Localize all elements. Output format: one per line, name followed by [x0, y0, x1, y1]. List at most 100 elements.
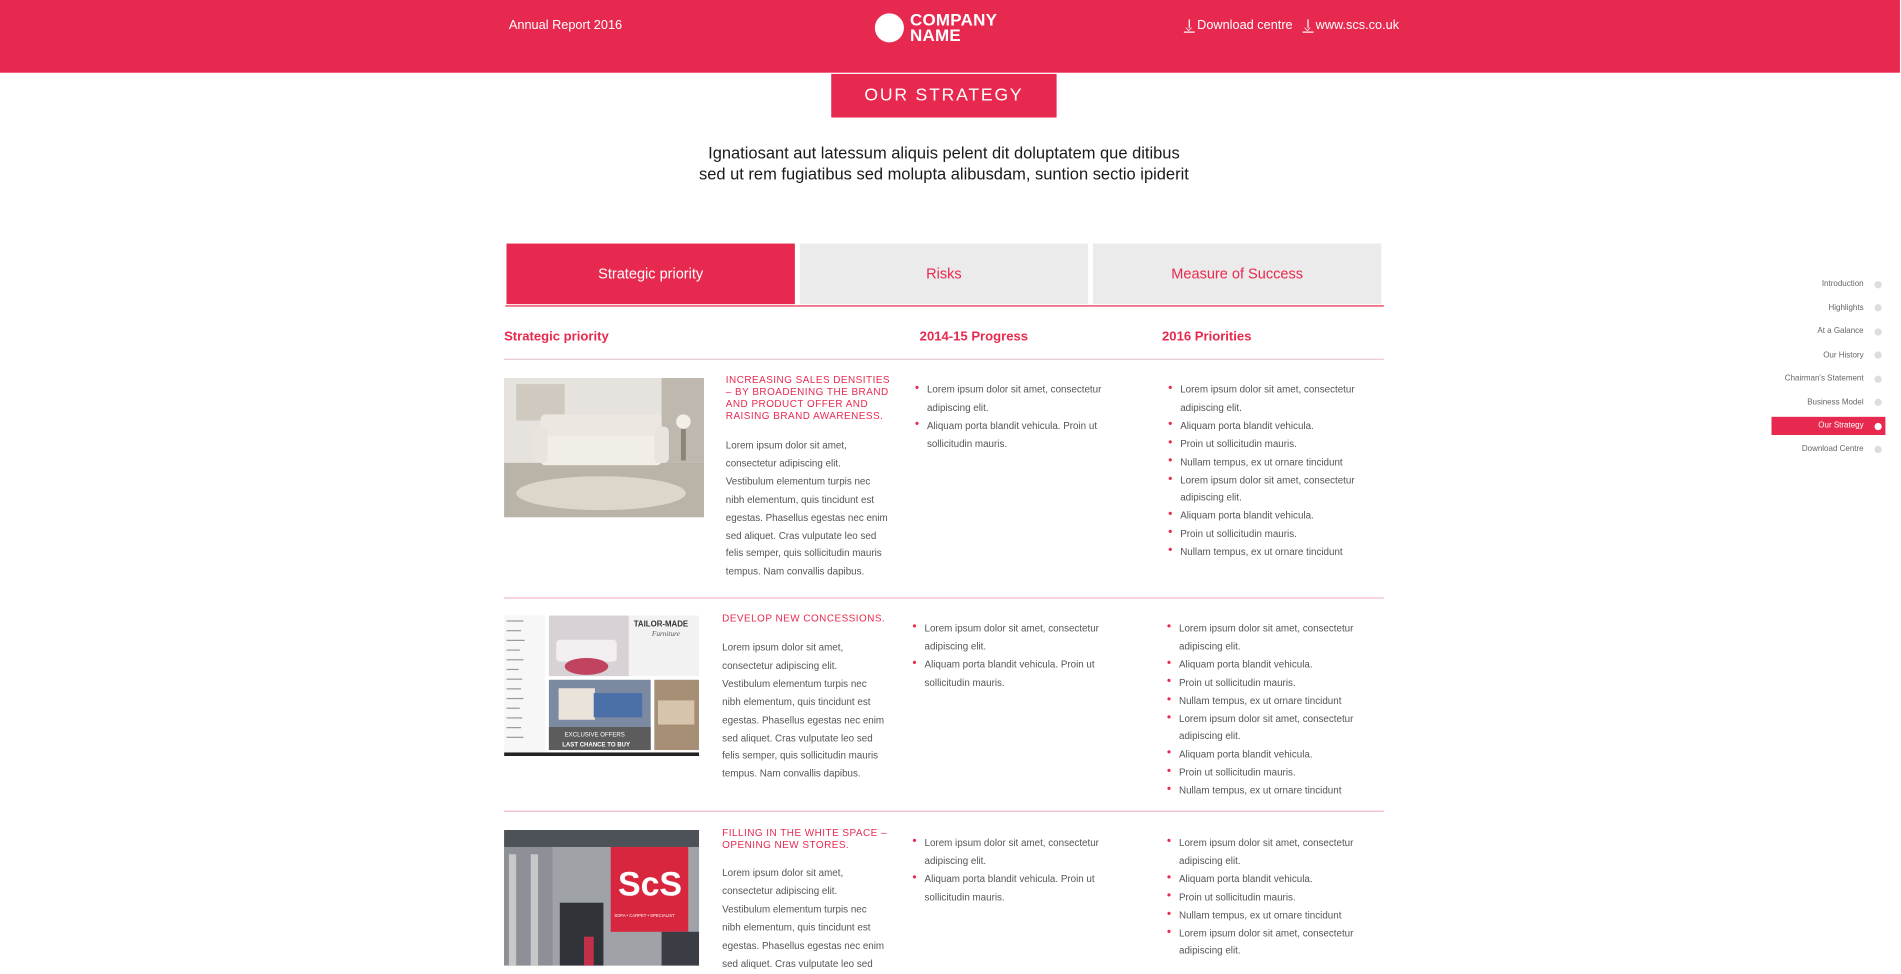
- nav-item-download-centre[interactable]: Download Centre: [1772, 437, 1886, 461]
- priority-item: Lorem ipsum dolor sit amet, consectetur …: [1167, 619, 1379, 656]
- nav-item-our-strategy[interactable]: Our Strategy: [1771, 416, 1886, 436]
- progress-item: Aliquam porta blandit vehicula. Proin ut…: [915, 417, 1127, 454]
- nav-dot-icon: [1874, 375, 1882, 383]
- priority-item: Nullam tempus, ex ut ornare tincidunt: [1167, 782, 1379, 801]
- company-logo[interactable]: COMPANY NAME: [874, 11, 997, 45]
- priorities-list: Lorem ipsum dolor sit amet, consectetur …: [1168, 380, 1380, 563]
- priority-item: Proin ut sollicitudin mauris.: [1168, 435, 1380, 454]
- promo-chance: LAST CHANCE TO BUY: [562, 742, 630, 748]
- store-image: ScS SOFA • CARPET • SPECIALIST: [504, 830, 700, 966]
- nav-label: Highlights: [1828, 303, 1864, 313]
- tab-measure-of-success[interactable]: Measure of Success: [1092, 243, 1382, 305]
- row-title: FILLING IN THE WHITE SPACE – OPENING NEW…: [722, 827, 887, 851]
- download-icon: [1183, 18, 1195, 33]
- priority-item: Lorem ipsum dolor sit amet, consectetur …: [1167, 834, 1379, 871]
- nav-item-introduction[interactable]: Introduction: [1772, 273, 1886, 297]
- row-title: DEVELOP NEW CONCESSIONS.: [722, 613, 886, 625]
- sofa-image: [504, 378, 704, 518]
- row-body: Lorem ipsum dolor sit amet, consectetur …: [725, 439, 888, 578]
- priority-item: Nullam tempus, ex ut ornare tincidunt: [1167, 691, 1379, 711]
- progress-item: Lorem ipsum dolor sit amet, consectetur …: [915, 380, 1127, 418]
- priority-item: Proin ut sollicitudin mauris.: [1167, 764, 1379, 783]
- priority-item: Lorem ipsum dolor sit amet, consectetur …: [1167, 924, 1379, 961]
- progress-item: Aliquam porta blandit vehicula. Proin ut…: [912, 655, 1124, 693]
- download-icon: [1302, 18, 1314, 33]
- progress-list: Lorem ipsum dolor sit amet, consectetur …: [915, 380, 1127, 454]
- priorities-list: Lorem ipsum dolor sit amet, consectetur …: [1167, 619, 1379, 801]
- nav-dot-icon: [1874, 445, 1882, 453]
- download-centre-link[interactable]: Download centre: [1183, 18, 1293, 33]
- row-title: INCREASING SALES DENSITIES – BY BROADENI…: [725, 374, 891, 422]
- nav-item-highlights[interactable]: Highlights: [1772, 296, 1886, 320]
- column-header-strategic-priority: Strategic priority: [504, 329, 609, 345]
- priority-item: Aliquam porta blandit vehicula.: [1168, 417, 1380, 436]
- column-header-priorities: 2016 Priorities: [1162, 329, 1252, 345]
- progress-list: Lorem ipsum dolor sit amet, consectetur …: [912, 619, 1124, 693]
- store-front-photo: ScS SOFA • CARPET • SPECIALIST: [504, 830, 700, 966]
- intro-text: Ignatiosant aut latessum aliquis pelent …: [698, 144, 1189, 183]
- priority-item: Nullam tempus, ex ut ornare tincidunt: [1168, 453, 1380, 472]
- nav-item-at-a-glance[interactable]: At a Galance: [1772, 320, 1886, 344]
- top-bar: Annual Report 2016 COMPANY NAME Download…: [0, 0, 1900, 73]
- divider: [504, 597, 1384, 599]
- priority-item: Proin ut sollicitudin mauris.: [1167, 673, 1379, 693]
- promo-script: Furniture: [651, 630, 681, 638]
- divider: [504, 358, 1384, 360]
- progress-item: Aliquam porta blandit vehicula. Proin ut…: [912, 870, 1124, 907]
- store-subsign: SOFA • CARPET • SPECIALIST: [614, 913, 675, 918]
- divider: [504, 810, 1384, 812]
- progress-item: Lorem ipsum dolor sit amet, consectetur …: [912, 619, 1124, 656]
- sofa-photo: [504, 378, 704, 518]
- tab-risks[interactable]: Risks: [799, 243, 1089, 305]
- website-link[interactable]: www.scs.co.uk: [1302, 18, 1399, 33]
- section-nav: Introduction Highlights At a Galance Our…: [1771, 273, 1886, 461]
- download-centre-label: Download centre: [1197, 18, 1293, 33]
- priority-item: Lorem ipsum dolor sit amet, consectetur …: [1167, 709, 1379, 747]
- tab-strategic-priority[interactable]: Strategic priority: [506, 243, 795, 305]
- priority-item: Nullam tempus, ex ut ornare tincidunt: [1168, 543, 1380, 562]
- priority-item: Lorem ipsum dolor sit amet, consectetur …: [1168, 380, 1380, 418]
- priority-item: Nullam tempus, ex ut ornare tincidunt: [1167, 906, 1379, 925]
- nav-label: Business Model: [1807, 398, 1864, 407]
- nav-dot-icon: [1874, 398, 1882, 406]
- logo-circle-icon: [874, 13, 904, 43]
- nav-label: Chairman's Statement: [1784, 374, 1864, 384]
- progress-item: Lorem ipsum dolor sit amet, consectetur …: [912, 834, 1124, 871]
- row-body: Lorem ipsum dolor sit amet, consectetur …: [722, 642, 885, 780]
- priority-item: Aliquam porta blandit vehicula.: [1167, 655, 1379, 675]
- annual-report-label: Annual Report 2016: [508, 18, 623, 33]
- brochure-image: TAILOR-MADE Furniture EXCLUSIVE OFFERS L…: [504, 615, 700, 757]
- nav-item-chairmans-statement[interactable]: Chairman's Statement: [1772, 367, 1886, 391]
- nav-label: Download Centre: [1801, 444, 1864, 454]
- header-links: Download centre www.scs.co.uk: [1183, 18, 1399, 33]
- logo-text: COMPANY NAME: [909, 11, 997, 45]
- priority-item: Aliquam porta blandit vehicula.: [1168, 507, 1380, 526]
- priority-item: Lorem ipsum dolor sit amet, consectetur …: [1168, 471, 1380, 508]
- priority-item: Aliquam porta blandit vehicula.: [1167, 870, 1379, 889]
- logo-line-2: NAME: [909, 25, 961, 45]
- priorities-list: Lorem ipsum dolor sit amet, consectetur …: [1167, 834, 1379, 961]
- nav-dot-icon: [1874, 422, 1882, 430]
- promo-offer: EXCLUSIVE OFFERS: [565, 733, 625, 739]
- store-sign: ScS: [618, 865, 682, 903]
- page: Annual Report 2016 COMPANY NAME Download…: [0, 0, 1900, 969]
- nav-label: Introduction: [1821, 280, 1864, 289]
- nav-label: Our History: [1823, 351, 1864, 360]
- nav-item-business-model[interactable]: Business Model: [1772, 391, 1886, 415]
- nav-label: At a Galance: [1817, 327, 1864, 336]
- promo-heading: TAILOR-MADE: [634, 619, 688, 628]
- progress-list: Lorem ipsum dolor sit amet, consectetur …: [912, 834, 1124, 907]
- tab-bar: Strategic priority Risks Measure of Succ…: [505, 243, 1384, 307]
- concession-brochure-photo: TAILOR-MADE Furniture EXCLUSIVE OFFERS L…: [504, 615, 700, 757]
- priority-item: Aliquam porta blandit vehicula.: [1167, 746, 1379, 765]
- column-header-progress: 2014-15 Progress: [919, 329, 1029, 345]
- priority-item: Proin ut sollicitudin mauris.: [1167, 888, 1379, 907]
- nav-dot-icon: [1874, 327, 1882, 336]
- nav-item-our-history[interactable]: Our History: [1772, 344, 1886, 368]
- row-body: Lorem ipsum dolor sit amet, consectetur …: [722, 867, 885, 969]
- nav-label: Our Strategy: [1818, 421, 1864, 431]
- nav-dot-icon: [1874, 351, 1882, 359]
- priority-item: Proin ut sollicitudin mauris.: [1168, 525, 1380, 544]
- nav-dot-icon: [1874, 304, 1882, 312]
- website-label: www.scs.co.uk: [1315, 18, 1400, 33]
